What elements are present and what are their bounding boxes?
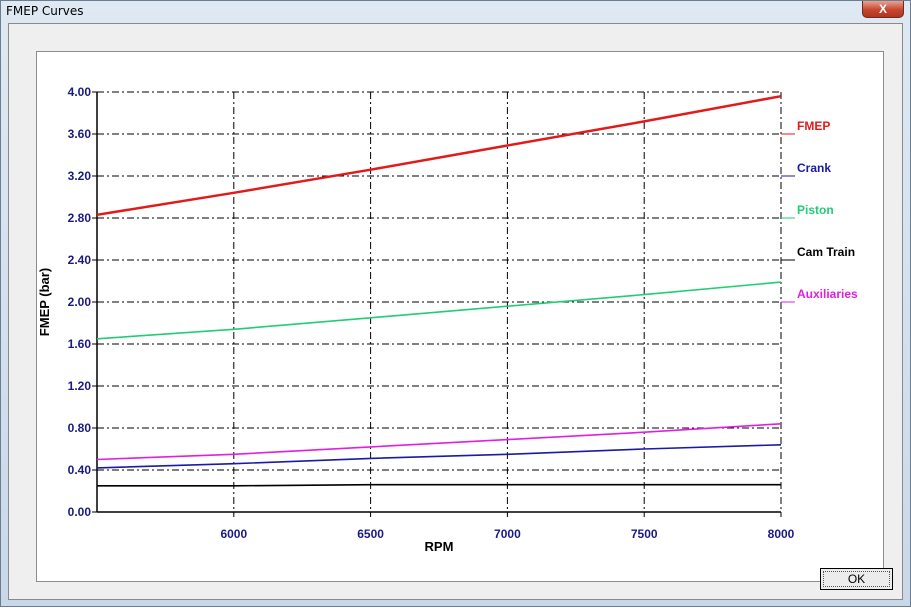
y-axis-label: FMEP (bar) [37,268,52,336]
y-tick-label: 2.40 [68,253,92,267]
fmep-chart: 0.00 0.40 0.80 1.20 1.60 2.00 2.40 2.80 3.20 3.60… [37,85,858,554]
y-tick-label: 3.20 [68,169,92,183]
y-tick-label: 1.20 [68,379,92,393]
y-tick-label: 3.60 [68,127,92,141]
y-tick-label: 0.40 [68,463,92,477]
y-tick-label: 0.80 [68,421,92,435]
series-line-cam-train [97,483,781,487]
series-line-piston [96,281,782,340]
x-tick-label: 8000 [768,527,795,541]
y-tick-label: 4.00 [68,85,92,99]
fmep-curves-window: FMEP Curves X OK 0.00 0.40 0.80 1.20 1.60 2.0… [0,0,911,607]
x-axis-label: RPM [425,539,454,554]
y-tick-label: 0.00 [68,505,92,519]
x-tick-label: 6500 [357,527,384,541]
x-tick-label: 7000 [494,527,521,541]
y-tick-label: 1.60 [68,337,92,351]
y-tick-label: 2.80 [68,211,92,225]
x-tick-label: 7500 [631,527,658,541]
series-line-fmep [96,94,782,217]
legend-label: Piston [797,203,834,217]
legend-label: FMEP [797,119,830,133]
legend-label: Crank [797,161,831,175]
legend-label: Cam Train [797,245,855,259]
legend-label: Auxiliaries [797,287,858,301]
y-tick-label: 2.00 [68,295,92,309]
series-line-auxiliaries [96,423,782,461]
x-tick-label: 6000 [220,527,247,541]
